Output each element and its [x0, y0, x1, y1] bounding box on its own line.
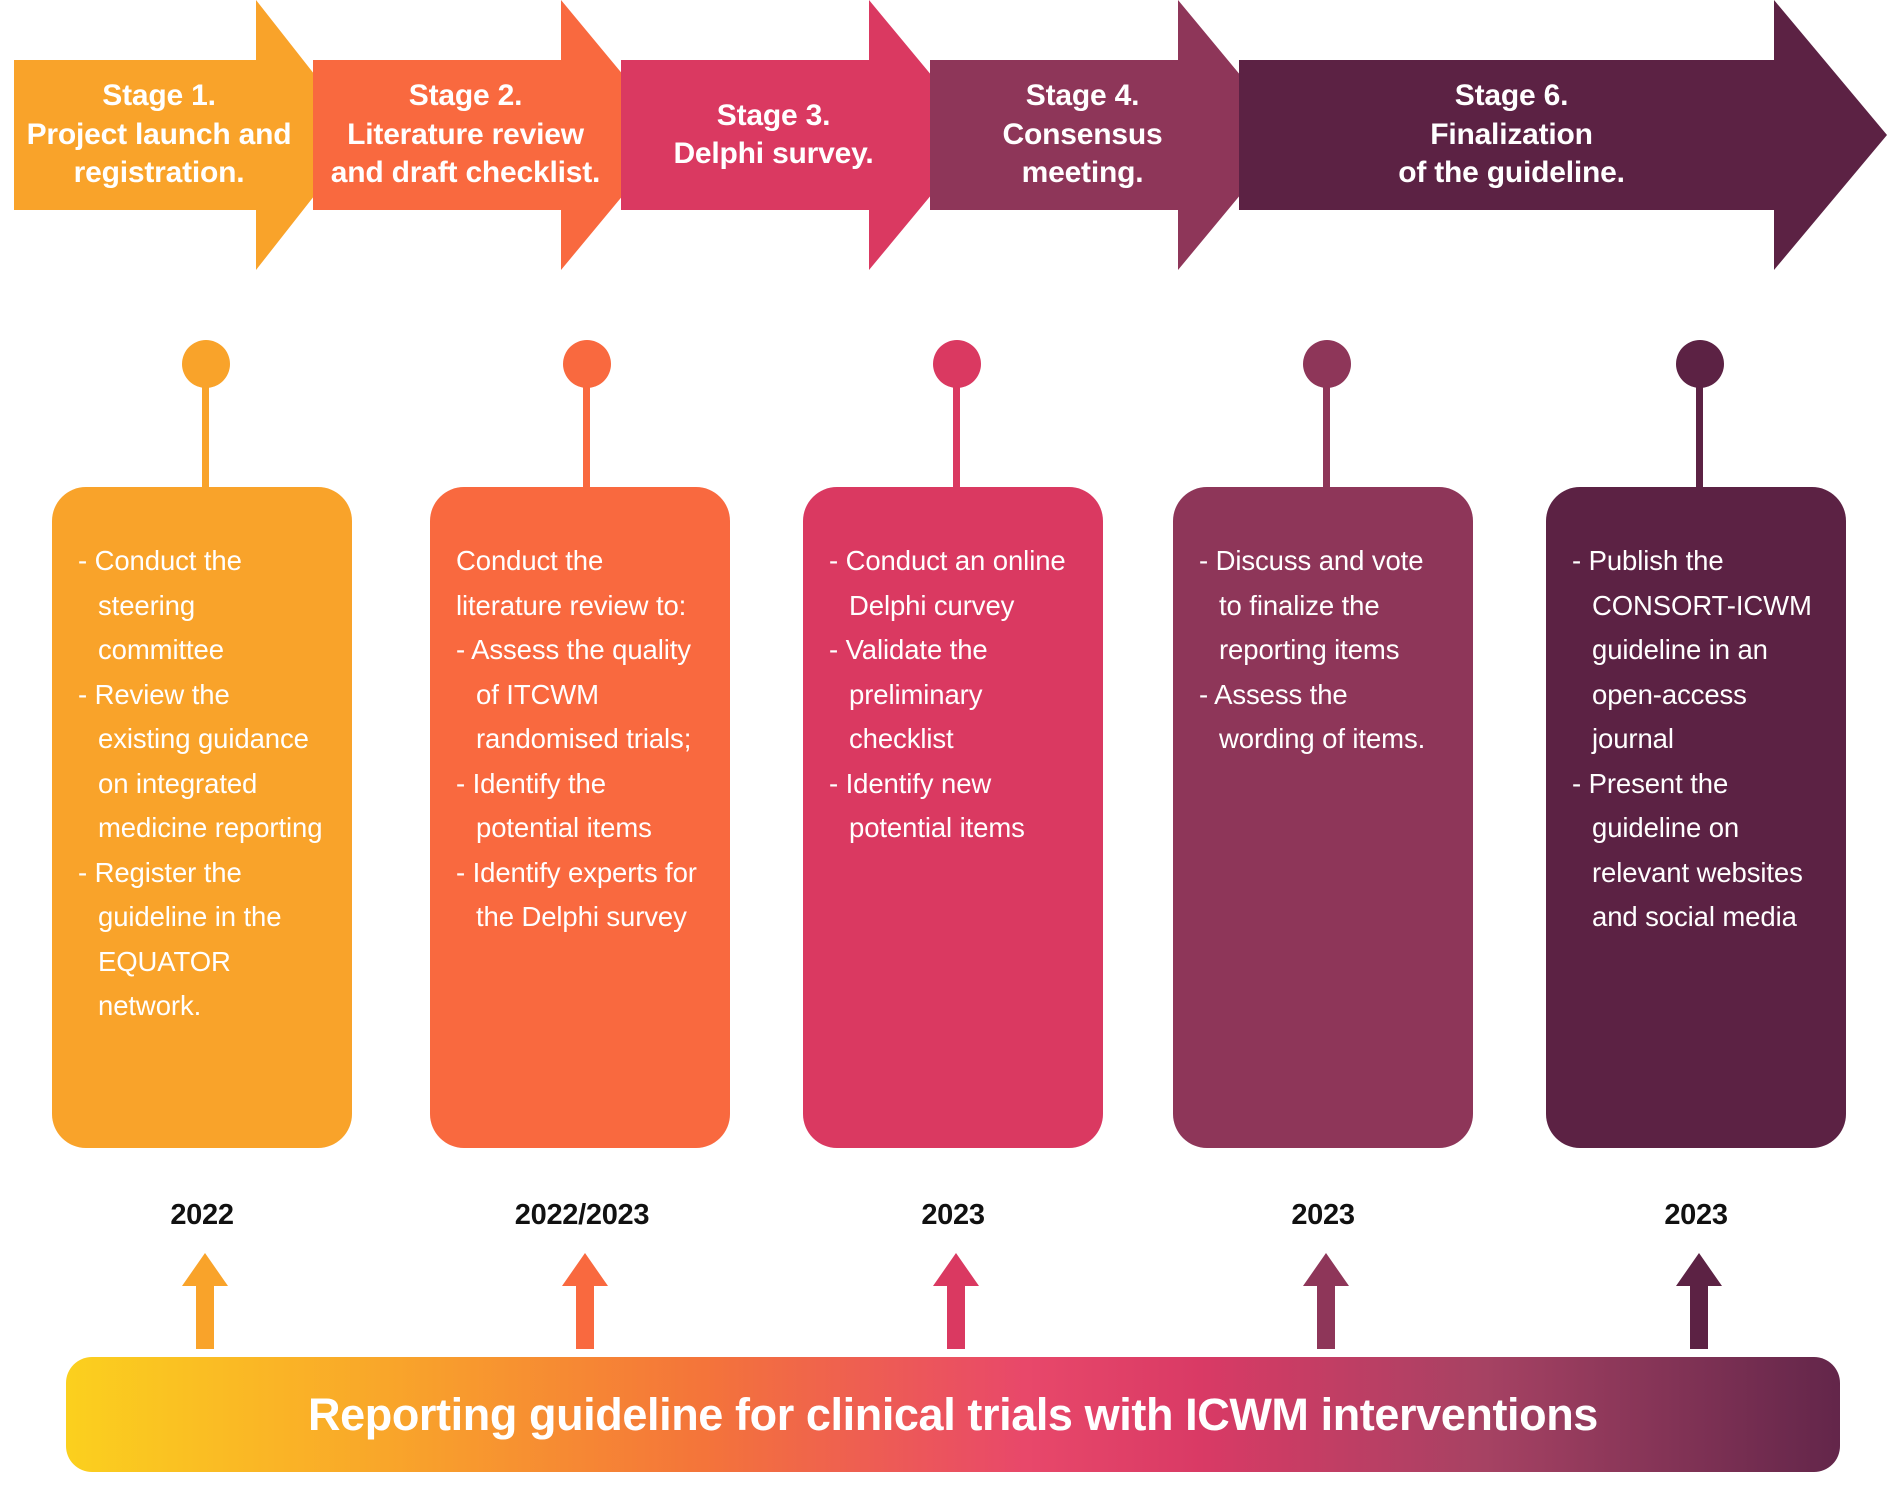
year-label-4: 2023	[1291, 1199, 1355, 1231]
stage-card-list-2: Conduct the literature review to: - Asse…	[456, 539, 704, 940]
stage-arrow-4: Stage 4. Consensus meeting.	[930, 0, 1290, 270]
stage-arrow-row: Stage 1. Project launch and registration…	[0, 0, 1901, 270]
stage-card-4: - Discuss and vote to finalize the repor…	[1173, 487, 1473, 1148]
stage-card-6: - Publish the CONSORT-ICWM guideline in …	[1546, 487, 1846, 1148]
connector-stem-1	[202, 384, 209, 494]
year-label-3: 2023	[921, 1199, 985, 1231]
summary-banner-text: Reporting guideline for clinical trials …	[308, 1388, 1598, 1440]
connector-dot-3	[933, 340, 981, 388]
list-item: - Identify experts for the Delphi survey	[456, 856, 697, 933]
stage-arrow-2: Stage 2. Literature review and draft che…	[313, 0, 673, 270]
stage-card-list-6: - Publish the CONSORT-ICWM guideline in …	[1572, 539, 1820, 940]
connector-stem-3	[953, 384, 960, 494]
up-arrow-icon-2	[562, 1253, 608, 1349]
stage-card-3: - Conduct an online Delphi curvey - Vali…	[803, 487, 1103, 1148]
list-item: - Assess the quality of ITCWM randomised…	[456, 634, 692, 755]
list-item: - Conduct the steering committee	[78, 545, 242, 666]
stage-card-list-4: - Discuss and vote to finalize the repor…	[1199, 539, 1447, 762]
list-item: - Identify the potential items	[456, 767, 652, 844]
list-item: - Discuss and vote to finalize the repor…	[1199, 545, 1424, 666]
list-item: Conduct the literature review to:	[456, 545, 687, 621]
up-arrow-icon-4	[1303, 1253, 1349, 1349]
stage-card-1: - Conduct the steering committee - Revie…	[52, 487, 352, 1148]
year-label-1: 2022	[170, 1199, 234, 1231]
connector-stem-2	[583, 384, 590, 494]
up-arrow-icon-6	[1676, 1253, 1722, 1349]
stage-arrow-6: Stage 6. Finalization of the guideline.	[1239, 0, 1887, 270]
connector-stem-6	[1696, 384, 1703, 494]
stage-arrow-3: Stage 3. Delphi survey.	[621, 0, 981, 270]
connector-dot-6	[1676, 340, 1724, 388]
summary-banner: Reporting guideline for clinical trials …	[66, 1357, 1840, 1472]
connector-dot-2	[563, 340, 611, 388]
up-arrow-icon-1	[182, 1253, 228, 1349]
stage-arrow-1: Stage 1. Project launch and registration…	[14, 0, 362, 270]
stage-card-2: Conduct the literature review to: - Asse…	[430, 487, 730, 1148]
list-item: - Publish the CONSORT-ICWM guideline in …	[1572, 545, 1812, 755]
stage-card-list-1: - Conduct the steering committee - Revie…	[78, 539, 326, 1029]
list-item: - Review the existing guidance on integr…	[78, 678, 323, 844]
up-arrow-icon-3	[933, 1253, 979, 1349]
list-item: - Present the guideline on relevant webs…	[1572, 767, 1803, 933]
connector-dot-4	[1303, 340, 1351, 388]
list-item: - Validate the preliminary checklist	[829, 634, 988, 755]
list-item: - Conduct an online Delphi curvey	[829, 545, 1066, 621]
year-label-6: 2023	[1664, 1199, 1728, 1231]
stage-card-list-3: - Conduct an online Delphi curvey - Vali…	[829, 539, 1077, 851]
list-item: - Identify new potential items	[829, 767, 1025, 844]
list-item: - Register the guideline in the EQUATOR …	[78, 856, 282, 1022]
list-item: - Assess the wording of items.	[1199, 678, 1426, 755]
process-flow-diagram: Stage 1. Project launch and registration…	[0, 0, 1901, 1505]
connector-stem-4	[1323, 384, 1330, 494]
connector-dot-1	[182, 340, 230, 388]
year-label-2: 2022/2023	[514, 1199, 650, 1231]
